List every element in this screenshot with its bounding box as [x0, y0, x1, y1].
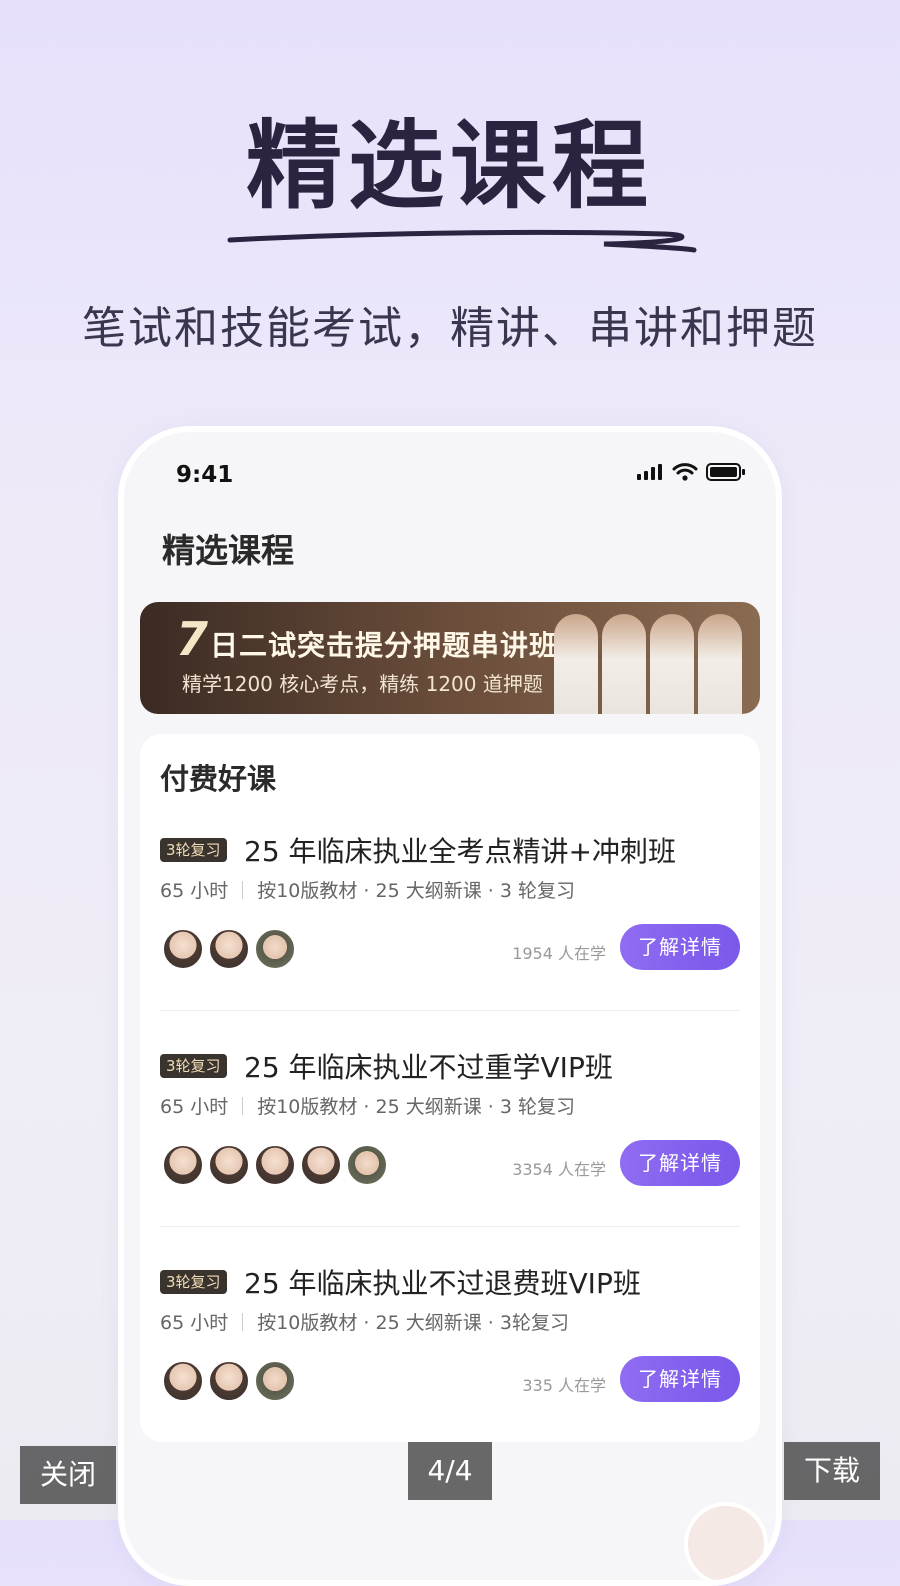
course-item[interactable]: 3轮复习 25 年临床执业不过重学VIP班 65 小时 按10版教材 · 25 大… — [160, 1046, 740, 1246]
avatar — [254, 1144, 296, 1186]
avatar — [208, 1144, 250, 1186]
hero-subtitle: 笔试和技能考试，精讲、串讲和押题 — [82, 303, 818, 354]
underline-decoration — [227, 229, 697, 253]
close-button[interactable]: 关闭 — [20, 1446, 116, 1504]
signal-icon — [637, 464, 662, 480]
course-meta: 65 小时 按10版教材 · 25 大纲新课 · 3 轮复习 — [160, 1092, 575, 1119]
banner-subtitle: 精学1200 核心考点，精练 1200 道押题 — [182, 672, 543, 696]
course-meta: 65 小时 按10版教材 · 25 大纲新课 · 3轮复习 — [160, 1308, 569, 1335]
course-hours: 65 小时 — [160, 1096, 229, 1118]
avatar — [162, 1360, 204, 1402]
meta-divider — [242, 1313, 244, 1331]
course-hours: 65 小时 — [160, 880, 229, 902]
teacher-avatars — [162, 1360, 300, 1402]
banner-number: 7 — [176, 612, 209, 666]
teacher-avatars — [162, 1144, 392, 1186]
divider — [160, 1010, 740, 1011]
course-meta: 65 小时 按10版教材 · 25 大纲新课 · 3 轮复习 — [160, 876, 575, 903]
course-title: 25 年临床执业全考点精讲+冲刺班 — [244, 835, 676, 868]
avatar — [254, 928, 296, 970]
view-details-button[interactable]: 了解详情 — [620, 1140, 740, 1186]
avatar — [684, 1502, 768, 1580]
meta-divider — [242, 1097, 244, 1115]
page-indicator: 4/4 — [408, 1442, 492, 1500]
page-title: 精选课程 — [162, 531, 294, 570]
course-item[interactable]: 3轮复习 25 年临床执业不过退费班VIP班 65 小时 按10版教材 · 25 … — [160, 1262, 740, 1462]
paid-courses-card: 付费好课 3轮复习 25 年临床执业全考点精讲+冲刺班 65 小时按10版教材 … — [140, 734, 760, 1442]
banner-teachers-image — [554, 614, 742, 714]
avatar — [346, 1144, 388, 1186]
status-bar-icons — [636, 462, 746, 482]
course-title: 25 年临床执业不过退费班VIP班 — [244, 1267, 641, 1300]
wifi-icon — [672, 463, 698, 481]
section-title: 付费好课 — [160, 762, 277, 796]
avatar — [208, 928, 250, 970]
avatar — [162, 928, 204, 970]
teacher-photo — [602, 614, 646, 714]
banner-title: 日二试突击提分押题串讲班 — [210, 629, 559, 662]
avatar — [254, 1360, 296, 1402]
learner-count: 1954 人在学 — [512, 944, 606, 963]
download-button[interactable]: 下载 — [784, 1442, 880, 1500]
avatar — [208, 1360, 250, 1402]
course-title: 25 年临床执业不过重学VIP班 — [244, 1051, 613, 1084]
learner-count: 335 人在学 — [522, 1376, 606, 1395]
course-tags: 按10版教材 · 25 大纲新课 · 3 轮复习 — [257, 1096, 575, 1118]
divider — [160, 1226, 740, 1227]
view-details-button[interactable]: 了解详情 — [620, 924, 740, 970]
battery-icon — [706, 463, 745, 481]
avatar — [300, 1144, 342, 1186]
view-details-button[interactable]: 了解详情 — [620, 1356, 740, 1402]
course-item[interactable]: 3轮复习 25 年临床执业全考点精讲+冲刺班 65 小时 按10版教材 · 25 … — [160, 830, 740, 1030]
hero-title: 精选课程 — [246, 110, 654, 222]
avatar — [162, 1144, 204, 1186]
teacher-avatars — [162, 928, 300, 970]
teacher-photo — [554, 614, 598, 714]
course-tags: 按10版教材 · 25 大纲新课 · 3轮复习 — [257, 1312, 569, 1334]
course-badge: 3轮复习 — [160, 838, 227, 862]
teacher-photo — [650, 614, 694, 714]
meta-divider — [242, 881, 244, 899]
promo-banner[interactable]: 7 日二试突击提分押题串讲班 精学1200 核心考点，精练 1200 道押题 — [140, 602, 760, 714]
learner-count: 3354 人在学 — [512, 1160, 606, 1179]
course-badge: 3轮复习 — [160, 1270, 227, 1294]
status-time: 9:41 — [176, 462, 234, 488]
teacher-photo — [698, 614, 742, 714]
phone-mockup: 9:41 精选课程 7 日二试突击提分押题串讲班 精学1200 核心考点，精练 … — [118, 426, 782, 1586]
course-hours: 65 小时 — [160, 1312, 229, 1334]
course-badge: 3轮复习 — [160, 1054, 227, 1078]
course-tags: 按10版教材 · 25 大纲新课 · 3 轮复习 — [257, 880, 575, 902]
